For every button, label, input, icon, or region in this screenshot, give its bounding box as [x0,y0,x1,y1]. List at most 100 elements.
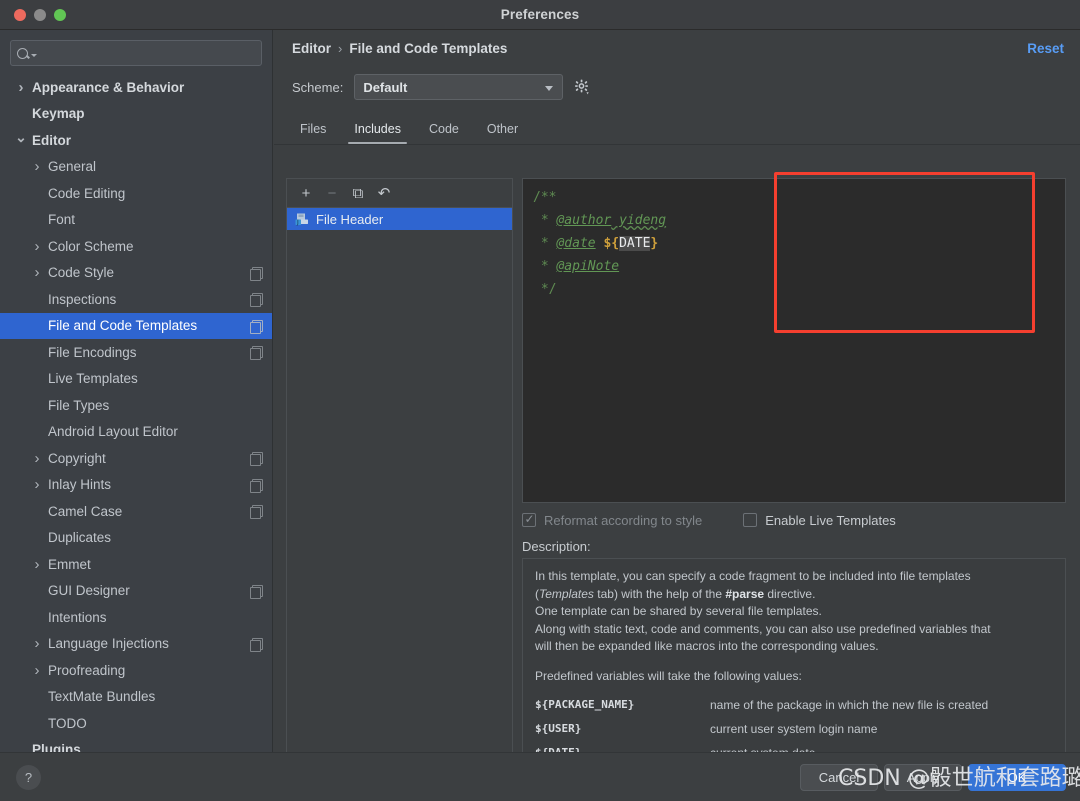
variable-description: current user system login name [710,717,1053,741]
copy-settings-icon[interactable] [250,479,262,491]
copy-template-icon[interactable]: ⧉ [347,183,369,204]
sidebar-item-intentions[interactable]: Intentions [0,604,272,631]
sidebar-item-label: Inlay Hints [48,477,111,492]
copy-settings-icon[interactable] [250,638,262,650]
help-button[interactable]: ? [16,765,41,790]
svg-text:J: J [296,219,299,226]
scheme-select[interactable]: Default [354,74,563,100]
breadcrumb-root[interactable]: Editor [292,41,331,56]
variable-name: ${USER} [535,717,710,741]
template-code-editor[interactable]: /** * @author yideng * @date ${DATE} * @… [522,178,1066,503]
reset-template-icon[interactable]: ↶ [373,183,395,204]
sidebar-item-label: Camel Case [48,504,122,519]
sidebar-item-label: TODO [48,716,87,731]
sidebar-item-live-templates[interactable]: Live Templates [0,366,272,393]
desc-p1-bold: #parse [725,587,764,601]
chevron-right-icon[interactable] [30,636,44,651]
sidebar-item-appearance-behavior[interactable]: Appearance & Behavior [0,74,272,101]
code-line-3-star: * [533,236,556,251]
template-list-item[interactable]: J File Header [287,208,512,230]
chevron-down-icon [31,54,37,57]
chevron-down-icon[interactable] [14,133,28,148]
spacer [535,656,1053,668]
settings-tree: Appearance & BehaviorKeymapEditorGeneral… [0,72,272,752]
breadcrumb: Editor › File and Code Templates [292,41,507,56]
sidebar-item-inlay-hints[interactable]: Inlay Hints [0,472,272,499]
tab-code[interactable]: Code [415,119,473,144]
sidebar-item-language-injections[interactable]: Language Injections [0,631,272,658]
code-line-1: /** [533,190,556,205]
copy-settings-icon[interactable] [250,293,262,305]
sidebar-item-code-editing[interactable]: Code Editing [0,180,272,207]
sidebar-item-plugins[interactable]: Plugins [0,737,272,753]
code-line-3-close: } [650,236,658,251]
java-template-file-icon: J [295,212,309,226]
sidebar-item-code-style[interactable]: Code Style [0,260,272,287]
sidebar-item-textmate-bundles[interactable]: TextMate Bundles [0,684,272,711]
gear-icon[interactable] [574,79,590,95]
apply-button[interactable]: Apply [884,764,962,791]
sidebar-item-file-encodings[interactable]: File Encodings [0,339,272,366]
cancel-button[interactable]: Cancel [800,764,878,791]
sidebar-item-file-and-code-templates[interactable]: File and Code Templates [0,313,272,340]
copy-settings-icon[interactable] [250,267,262,279]
sidebar-item-keymap[interactable]: Keymap [0,101,272,128]
sidebar-item-proofreading[interactable]: Proofreading [0,657,272,684]
sidebar-item-android-layout-editor[interactable]: Android Layout Editor [0,419,272,446]
sidebar-item-general[interactable]: General [0,154,272,181]
settings-sidebar: Appearance & BehaviorKeymapEditorGeneral… [0,30,273,752]
variable-row: ${PACKAGE_NAME}name of the package in wh… [535,693,1053,717]
sidebar-item-editor[interactable]: Editor [0,127,272,154]
code-line-5: */ [533,282,556,297]
code-line-3-tag: @date [556,236,595,251]
search-container [0,30,272,72]
dialog-footer: ? Cancel Apply OK [0,752,1080,801]
ok-button[interactable]: OK [968,764,1066,791]
chevron-right-icon[interactable] [30,663,44,678]
sidebar-item-gui-designer[interactable]: GUI Designer [0,578,272,605]
live-templates-label: Enable Live Templates [765,513,896,528]
chevron-right-icon[interactable] [30,265,44,280]
tab-includes[interactable]: Includes [340,119,415,144]
template-list-item-label: File Header [316,212,383,227]
sidebar-item-duplicates[interactable]: Duplicates [0,525,272,552]
scheme-selected-value: Default [363,80,407,95]
sidebar-item-todo[interactable]: TODO [0,710,272,737]
description-label: Description: [522,539,591,554]
chevron-right-icon[interactable] [30,477,44,492]
tab-files[interactable]: Files [286,119,340,144]
copy-settings-icon[interactable] [250,346,262,358]
copy-settings-icon[interactable] [250,452,262,464]
sidebar-item-copyright[interactable]: Copyright [0,445,272,472]
sidebar-item-font[interactable]: Font [0,207,272,234]
reformat-according-to-style-checkbox[interactable]: Reformat according to style [522,513,702,528]
chevron-right-icon[interactable] [30,159,44,174]
copy-settings-icon[interactable] [250,505,262,517]
sidebar-item-label: Code Editing [48,186,125,201]
sidebar-item-color-scheme[interactable]: Color Scheme [0,233,272,260]
copy-settings-icon[interactable] [250,320,262,332]
copy-settings-icon[interactable] [250,585,262,597]
sidebar-item-camel-case[interactable]: Camel Case [0,498,272,525]
template-code-content: /** * @author yideng * @date ${DATE} * @… [523,179,1065,301]
search-input[interactable] [41,46,255,60]
tab-other[interactable]: Other [473,119,532,144]
sidebar-item-emmet[interactable]: Emmet [0,551,272,578]
sidebar-item-label: Plugins [32,742,81,752]
search-box[interactable] [10,40,262,66]
variable-row: ${USER}current user system login name [535,717,1053,741]
add-template-icon[interactable]: + [295,183,317,204]
sidebar-item-inspections[interactable]: Inspections [0,286,272,313]
sidebar-item-file-types[interactable]: File Types [0,392,272,419]
sidebar-item-label: TextMate Bundles [48,689,155,704]
code-line-2-value: yideng [611,213,666,228]
chevron-right-icon[interactable] [14,80,28,95]
template-list-items: J File Header [287,208,512,230]
chevron-right-icon[interactable] [30,557,44,572]
reset-link[interactable]: Reset [1027,41,1064,56]
chevron-right-icon[interactable] [30,239,44,254]
chevron-right-icon[interactable] [30,451,44,466]
remove-template-icon: − [321,183,343,204]
sidebar-item-label: Duplicates [48,530,111,545]
enable-live-templates-checkbox[interactable]: Enable Live Templates [743,513,896,528]
